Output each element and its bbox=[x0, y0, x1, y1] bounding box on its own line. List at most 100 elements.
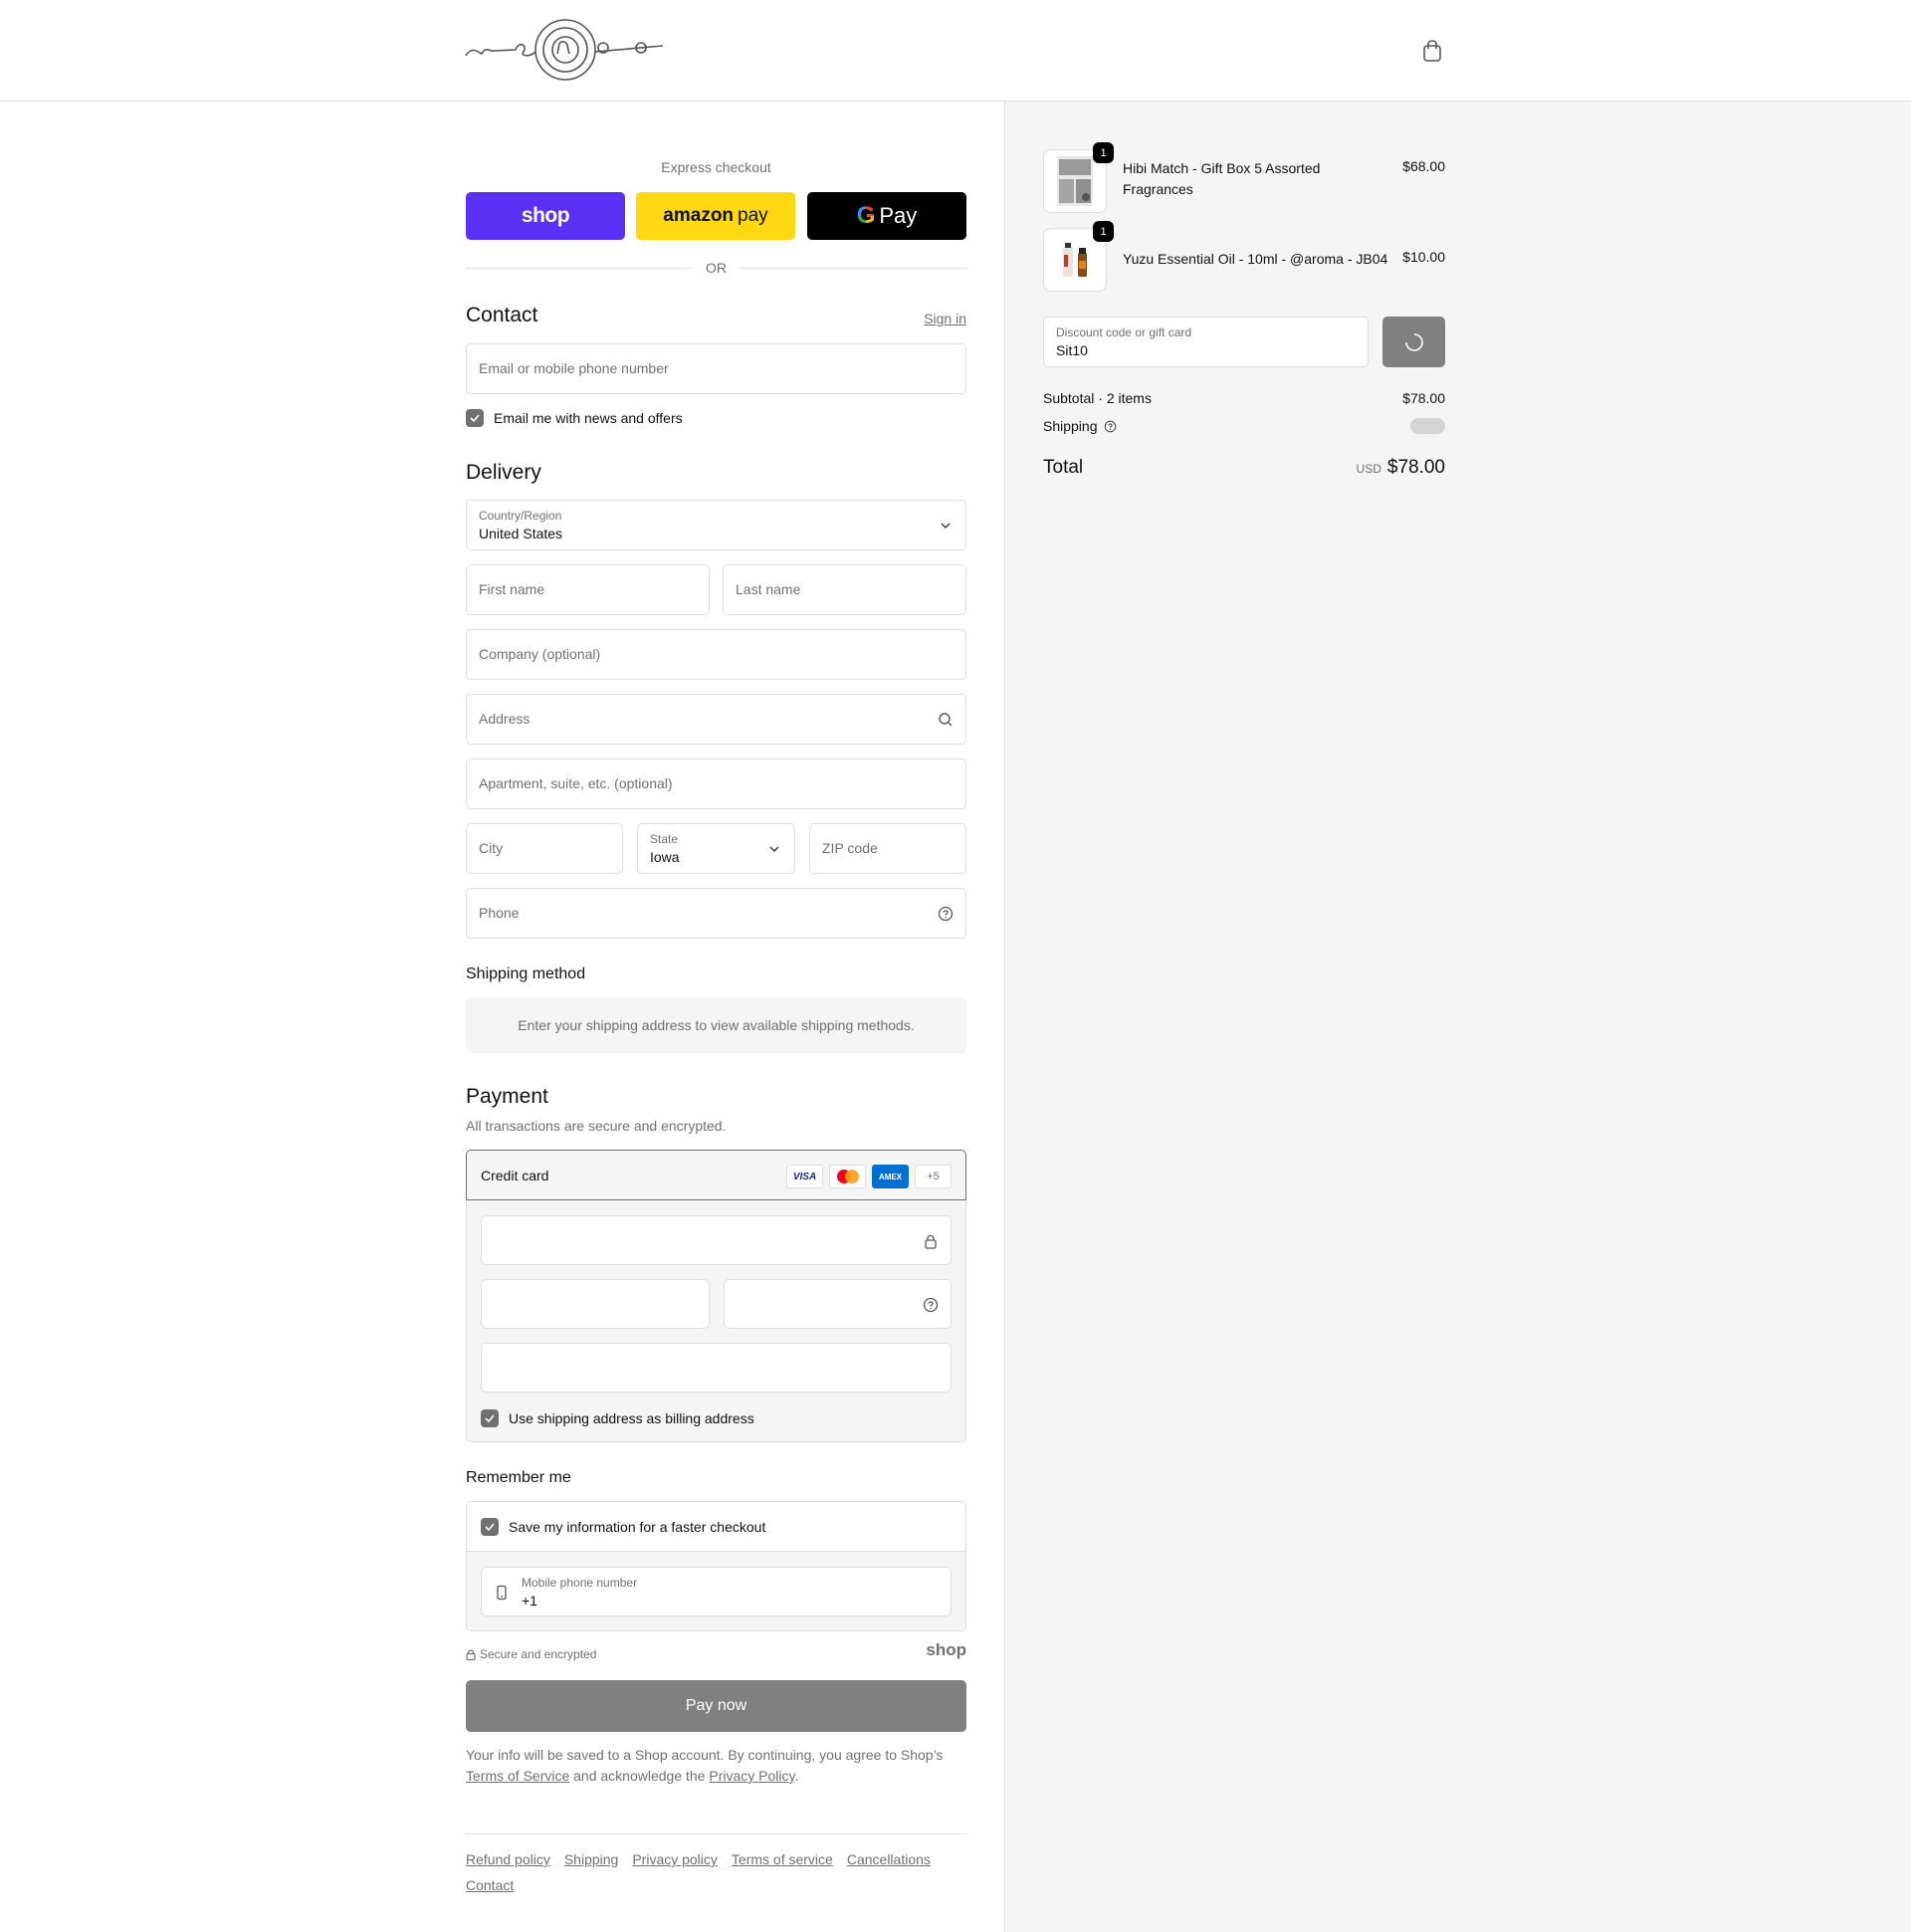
shop-logo: shop bbox=[926, 1640, 966, 1659]
checkmark-icon bbox=[466, 409, 484, 427]
newsletter-checkbox[interactable]: Email me with news and offers bbox=[466, 409, 683, 427]
google-pay-button[interactable]: G Pay bbox=[807, 192, 966, 240]
footer-contact-link[interactable]: Contact bbox=[466, 1876, 514, 1895]
subtotal-label: Subtotal · 2 items bbox=[1043, 390, 1152, 406]
terms-of-service-link[interactable]: Terms of Service bbox=[466, 1768, 569, 1784]
country-label: Country/Region bbox=[479, 509, 562, 523]
footer-refund-policy-link[interactable]: Refund policy bbox=[466, 1850, 550, 1869]
mastercard-icon bbox=[829, 1165, 866, 1188]
city-placeholder: City bbox=[479, 840, 504, 856]
country-value: United States bbox=[479, 526, 563, 541]
legal-text-c: . bbox=[794, 1768, 799, 1784]
search-icon bbox=[939, 713, 953, 727]
secure-note: Secure and encrypted bbox=[466, 1647, 596, 1661]
card-expiry-field[interactable] bbox=[481, 1279, 710, 1329]
apartment-placeholder: Apartment, suite, etc. (optional) bbox=[479, 775, 673, 791]
shipping-label-group: Shipping bbox=[1043, 418, 1117, 434]
subtotal-row: Subtotal · 2 items $78.00 bbox=[1043, 390, 1445, 406]
remember-top-row: Save my information for a faster checkou… bbox=[467, 1502, 965, 1552]
total-amount-group: USD $78.00 bbox=[1357, 457, 1445, 479]
amex-icon: AMEX bbox=[872, 1165, 909, 1188]
total-value: $78.00 bbox=[1386, 457, 1445, 478]
loading-spinner-icon bbox=[1404, 332, 1423, 351]
payment-subtitle: All transactions are secure and encrypte… bbox=[466, 1118, 727, 1134]
footer-cancellations-link[interactable]: Cancellations bbox=[847, 1850, 931, 1869]
phone-placeholder: Phone bbox=[479, 905, 520, 921]
card-brand-logos: VISA AMEX +5 bbox=[786, 1165, 952, 1188]
help-circle-icon[interactable] bbox=[923, 1297, 939, 1313]
amazon-pay-button[interactable]: amazon pay bbox=[636, 192, 795, 240]
state-select[interactable]: State Iowa bbox=[637, 823, 795, 874]
shipping-label: Shipping bbox=[1043, 418, 1098, 434]
chevron-down-icon bbox=[941, 523, 951, 529]
quantity-badge: 1 bbox=[1093, 142, 1114, 163]
address-field[interactable]: Address bbox=[466, 694, 966, 745]
city-field[interactable]: City bbox=[466, 823, 623, 874]
footer-terms-link[interactable]: Terms of service bbox=[732, 1850, 833, 1869]
zip-field[interactable]: ZIP code bbox=[809, 823, 966, 874]
mobile-phone-value: +1 bbox=[522, 1593, 537, 1609]
card-cvv-field[interactable] bbox=[724, 1279, 952, 1329]
billing-checkbox[interactable]: Use shipping address as billing address bbox=[481, 1409, 754, 1427]
contact-title: Contact bbox=[466, 304, 538, 326]
address-placeholder: Address bbox=[479, 711, 531, 727]
divider-line bbox=[741, 267, 966, 269]
divider-line bbox=[466, 267, 692, 269]
shop-pay-button[interactable]: shop bbox=[466, 192, 625, 240]
checkmark-icon bbox=[481, 1409, 499, 1427]
remember-me-panel: Save my information for a faster checkou… bbox=[466, 1501, 966, 1631]
phone-field[interactable]: Phone bbox=[466, 888, 966, 939]
checkmark-icon bbox=[481, 1518, 499, 1536]
state-label: State bbox=[650, 832, 679, 846]
footer-shipping-link[interactable]: Shipping bbox=[564, 1850, 619, 1869]
help-circle-icon[interactable] bbox=[1104, 420, 1117, 433]
discount-value: Sit10 bbox=[1056, 342, 1088, 358]
item-name: Hibi Match - Gift Box 5 Assorted Fragran… bbox=[1123, 160, 1321, 197]
amazon-pay-label: pay bbox=[738, 205, 768, 226]
express-checkout-title: Express checkout bbox=[661, 159, 771, 175]
secure-label: Secure and encrypted bbox=[480, 1647, 597, 1661]
gpay-label: Pay bbox=[879, 203, 918, 228]
chevron-down-icon bbox=[769, 846, 779, 852]
subtotal-value: $78.00 bbox=[1402, 390, 1445, 406]
card-number-field[interactable] bbox=[481, 1215, 952, 1265]
payment-title: Payment bbox=[466, 1085, 548, 1108]
shipping-loading-placeholder bbox=[1410, 418, 1445, 434]
pay-now-button[interactable]: Pay now bbox=[466, 1680, 966, 1732]
help-circle-icon[interactable] bbox=[938, 906, 954, 922]
mobile-phone-label: Mobile phone number bbox=[522, 1576, 638, 1590]
credit-card-panel: Credit card VISA AMEX +5 Use shipping ad… bbox=[466, 1150, 966, 1442]
mobile-phone-field[interactable]: Mobile phone number +1 bbox=[481, 1567, 952, 1616]
email-field[interactable]: Email or mobile phone number bbox=[466, 343, 966, 394]
last-name-field[interactable]: Last name bbox=[723, 564, 966, 615]
item-price: $68.00 bbox=[1402, 158, 1445, 174]
legal-text-a: Your info will be saved to a Shop accoun… bbox=[466, 1747, 944, 1763]
brand-logo[interactable] bbox=[464, 16, 667, 84]
state-value: Iowa bbox=[650, 849, 680, 865]
company-field[interactable]: Company (optional) bbox=[466, 629, 966, 680]
site-header bbox=[0, 0, 1911, 102]
shipping-method-title: Shipping method bbox=[466, 966, 586, 982]
card-name-field[interactable] bbox=[481, 1343, 952, 1393]
sign-in-link[interactable]: Sign in bbox=[924, 311, 966, 326]
order-summary-panel bbox=[1004, 102, 1911, 1932]
first-name-field[interactable]: First name bbox=[466, 564, 710, 615]
remember-me-title: Remember me bbox=[466, 1469, 571, 1486]
company-placeholder: Company (optional) bbox=[479, 646, 601, 662]
shipping-row: Shipping bbox=[1043, 418, 1445, 434]
footer-privacy-policy-link[interactable]: Privacy policy bbox=[632, 1850, 718, 1869]
or-label: OR bbox=[706, 260, 727, 276]
save-info-checkbox[interactable]: Save my information for a faster checkou… bbox=[481, 1518, 765, 1536]
email-placeholder: Email or mobile phone number bbox=[479, 360, 669, 376]
discount-code-field[interactable]: Discount code or gift card Sit10 bbox=[1043, 317, 1369, 367]
credit-card-option[interactable]: Credit card VISA AMEX +5 bbox=[466, 1150, 966, 1200]
apartment-field[interactable]: Apartment, suite, etc. (optional) bbox=[466, 758, 966, 809]
privacy-policy-link[interactable]: Privacy Policy bbox=[709, 1768, 794, 1784]
footer-links: Refund policy Shipping Privacy policy Te… bbox=[466, 1850, 966, 1895]
more-cards-badge: +5 bbox=[915, 1165, 952, 1188]
visa-icon: VISA bbox=[786, 1165, 823, 1188]
shopping-bag-icon[interactable] bbox=[1419, 38, 1445, 64]
apply-discount-button[interactable] bbox=[1382, 317, 1445, 367]
credit-card-label: Credit card bbox=[481, 1168, 549, 1183]
country-select[interactable]: Country/Region United States bbox=[466, 500, 966, 550]
